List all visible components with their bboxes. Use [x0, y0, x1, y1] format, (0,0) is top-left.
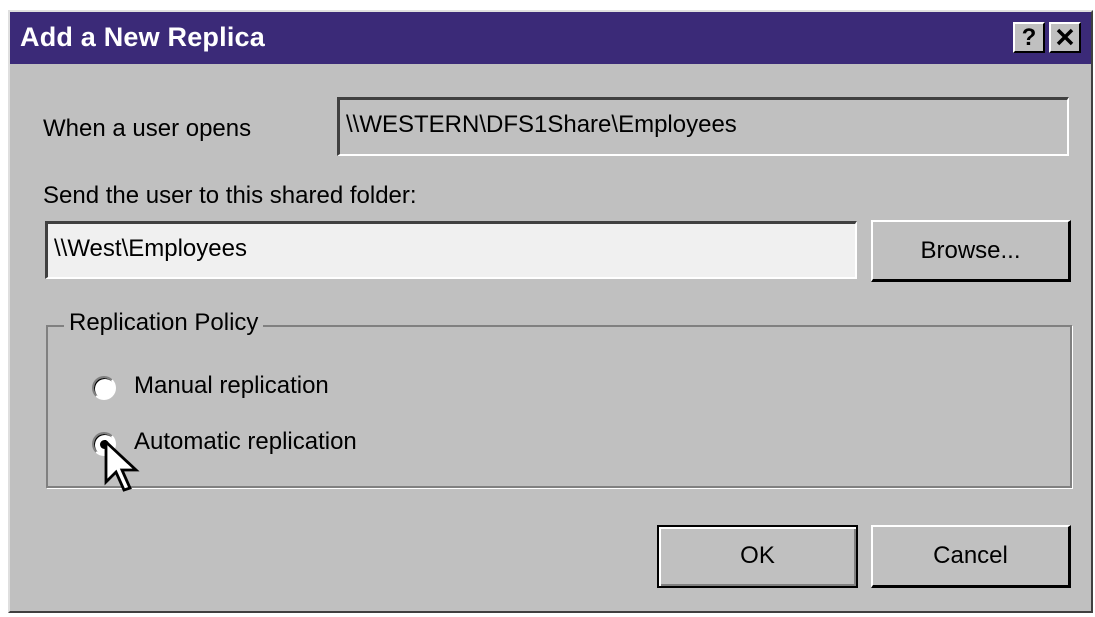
- manual-replication-label[interactable]: Manual replication: [134, 372, 329, 400]
- replication-policy-legend: Replication Policy: [64, 309, 264, 337]
- close-icon: [1056, 28, 1074, 46]
- add-replica-dialog: Add a New Replica ? When a user opens \\…: [8, 10, 1093, 613]
- title-bar[interactable]: Add a New Replica ?: [10, 12, 1091, 64]
- help-button[interactable]: ?: [1013, 22, 1045, 53]
- ok-button[interactable]: OK: [657, 525, 858, 588]
- mouse-pointer-icon: [104, 440, 140, 492]
- replication-policy-group: Replication Policy Manual replication Au…: [46, 309, 1072, 488]
- manual-replication-radio[interactable]: [92, 376, 116, 400]
- cancel-button[interactable]: Cancel: [871, 525, 1071, 588]
- shared-folder-input[interactable]: \\West\Employees: [45, 221, 857, 279]
- source-path-field: \\WESTERN\DFS1Share\Employees: [337, 97, 1069, 156]
- source-label: When a user opens: [43, 115, 252, 142]
- target-label: Send the user to this shared folder:: [43, 182, 417, 209]
- automatic-replication-label[interactable]: Automatic replication: [134, 428, 357, 456]
- close-button[interactable]: [1049, 22, 1081, 53]
- dialog-title: Add a New Replica: [20, 22, 265, 52]
- browse-button[interactable]: Browse...: [871, 220, 1071, 282]
